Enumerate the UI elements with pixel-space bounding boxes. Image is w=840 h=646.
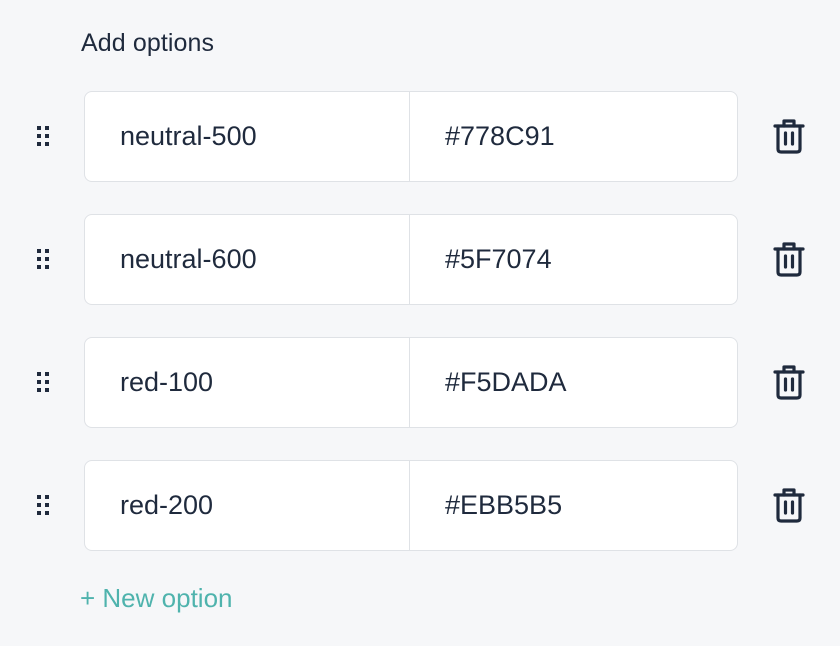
option-fields: [84, 214, 738, 305]
option-row: [0, 214, 840, 305]
option-row: [0, 337, 840, 428]
trash-icon[interactable]: [773, 241, 805, 277]
drag-handle-icon[interactable]: [36, 494, 50, 516]
option-row: [0, 460, 840, 551]
option-fields: [84, 91, 738, 182]
trash-icon[interactable]: [773, 487, 805, 523]
option-row: [0, 91, 840, 182]
drag-handle-icon[interactable]: [36, 125, 50, 147]
section-title: Add options: [81, 29, 215, 57]
drag-handle-icon[interactable]: [36, 371, 50, 393]
option-value-input[interactable]: [410, 92, 737, 181]
option-name-input[interactable]: [85, 92, 410, 181]
drag-handle-icon[interactable]: [36, 248, 50, 270]
option-name-input[interactable]: [85, 338, 410, 427]
option-name-input[interactable]: [85, 461, 410, 550]
option-value-input[interactable]: [410, 338, 737, 427]
trash-icon[interactable]: [773, 364, 805, 400]
trash-icon[interactable]: [773, 118, 805, 154]
new-option-link[interactable]: + New option: [80, 583, 232, 614]
option-fields: [84, 460, 738, 551]
option-value-input[interactable]: [410, 215, 737, 304]
option-value-input[interactable]: [410, 461, 737, 550]
options-list: [0, 91, 840, 583]
option-name-input[interactable]: [85, 215, 410, 304]
option-fields: [84, 337, 738, 428]
